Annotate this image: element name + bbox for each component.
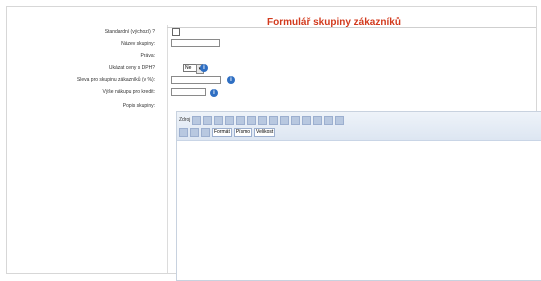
align-left-icon[interactable]	[313, 115, 323, 125]
undo-icon[interactable]	[214, 115, 224, 125]
redo-icon[interactable]	[225, 115, 235, 125]
italic-icon[interactable]	[269, 115, 279, 125]
vat-label: Ukázat ceny s DPH?	[108, 65, 155, 71]
replace-icon[interactable]	[247, 115, 257, 125]
format-select[interactable]: Formát	[212, 127, 232, 137]
discount-label: Sleva pro skupinu zákazníků (v %):	[76, 77, 155, 83]
vat-select[interactable]: Ne ▾	[183, 64, 204, 74]
size-select[interactable]: Velikost	[254, 127, 276, 137]
info-icon[interactable]: i	[210, 89, 218, 97]
find-icon[interactable]	[236, 115, 246, 125]
paste-icon[interactable]	[203, 115, 213, 125]
standard-checkbox[interactable]	[172, 28, 180, 36]
image-icon[interactable]	[179, 127, 188, 137]
font-select[interactable]: Písmo	[233, 127, 253, 137]
strike-icon[interactable]	[291, 115, 301, 125]
title-divider	[167, 27, 536, 28]
align-right-icon[interactable]	[335, 115, 345, 125]
left-column	[7, 25, 168, 273]
source-button[interactable]: Zdroj	[179, 117, 190, 123]
info-icon[interactable]: i	[200, 64, 208, 72]
underline-icon[interactable]	[280, 115, 290, 125]
link-icon[interactable]	[190, 127, 199, 137]
name-input[interactable]	[171, 39, 220, 47]
editor-toolbar: Zdroj Formát Písmo Velikost	[177, 112, 541, 141]
info-icon[interactable]: i	[227, 76, 235, 84]
name-label: Název skupiny:	[121, 41, 155, 47]
bold-icon[interactable]	[258, 115, 268, 125]
vat-value: Ne	[185, 65, 192, 71]
description-label: Popis skupiny:	[122, 103, 155, 109]
table-icon[interactable]	[201, 127, 210, 137]
copy-icon[interactable]	[192, 115, 202, 125]
discount-input[interactable]	[171, 76, 221, 84]
form-frame: Formulář skupiny zákazníků Standardní (v…	[6, 6, 541, 281]
standard-label: Standardní (výchozí) ?	[104, 29, 155, 35]
minimum-label: Výše nákupu pro kredit:	[102, 89, 155, 95]
minimum-input[interactable]	[171, 88, 206, 96]
rights-label: Práva:	[140, 53, 155, 59]
rich-text-editor[interactable]: Zdroj Formát Písmo Velikost	[176, 111, 541, 281]
align-center-icon[interactable]	[324, 115, 334, 125]
list-icon[interactable]	[302, 115, 312, 125]
